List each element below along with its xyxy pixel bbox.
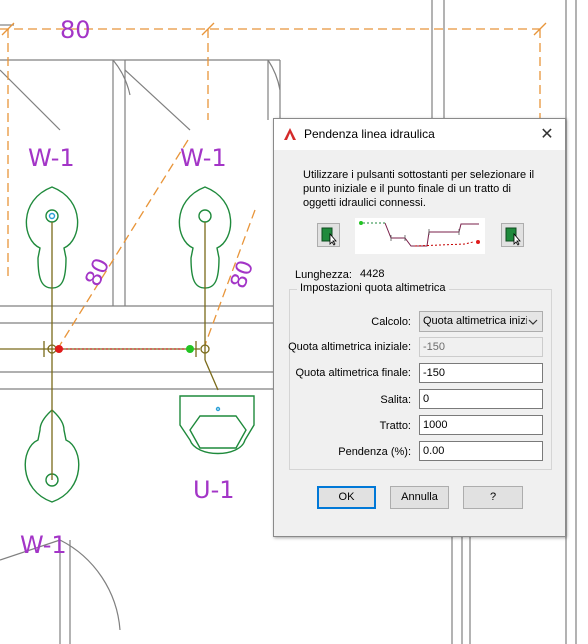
start-elevation-label: Quota altimetrica iniziale: <box>288 341 411 353</box>
length-label: Lunghezza: <box>295 269 352 281</box>
fixture-label-wc-left: W-1 <box>28 144 75 172</box>
pick-end-point-button[interactable] <box>501 223 524 247</box>
rise-field[interactable]: 0 <box>419 389 543 409</box>
run-label: Tratto: <box>379 420 411 432</box>
run-field[interactable]: 1000 <box>419 415 543 435</box>
dimension-label-diagonal-2: 80 <box>226 257 259 292</box>
start-point-marker[interactable] <box>186 345 194 353</box>
dimension-label-diagonal-1: 80 <box>81 255 115 291</box>
dimension-label-top: 80 <box>60 16 91 44</box>
instructions-text: Utilizzare i pulsanti sottostanti per se… <box>303 169 535 209</box>
fixture-label-urinal: U-1 <box>193 476 235 504</box>
fixture-label-wc-right: W-1 <box>180 144 227 172</box>
dialog-title: Pendenza linea idraulica <box>304 127 435 141</box>
fixture-urinal[interactable] <box>179 395 255 455</box>
start-elevation-field[interactable]: -150 <box>419 337 543 357</box>
calc-label: Calcolo: <box>371 316 411 328</box>
slope-label: Pendenza (%): <box>338 446 411 458</box>
pick-point-icon <box>505 227 521 246</box>
close-icon[interactable]: ✕ <box>529 119 565 150</box>
pipe-slope-dialog: Pendenza linea idraulica ✕ Utilizzare i … <box>273 118 566 537</box>
slope-field[interactable]: 0.00 <box>419 441 543 461</box>
length-value: 4428 <box>360 268 385 280</box>
autocad-app-icon <box>284 128 296 140</box>
end-elevation-field[interactable]: -150 <box>419 363 543 383</box>
fixture-label-wc-bottom: W-1 <box>20 531 67 559</box>
end-point-marker[interactable] <box>55 345 63 353</box>
calc-select[interactable]: Quota altimetrica inizi <box>419 311 543 332</box>
pick-point-icon <box>321 227 337 246</box>
chevron-down-icon <box>527 312 539 331</box>
pipe-run-preview-image <box>355 218 485 254</box>
elevation-settings-title: Impostazioni quota altimetrica <box>297 282 449 294</box>
pipes[interactable] <box>0 222 219 480</box>
help-button[interactable]: ? <box>463 486 523 509</box>
ok-button[interactable]: OK <box>317 486 376 509</box>
end-elevation-label: Quota altimetrica finale: <box>295 367 411 379</box>
cancel-button[interactable]: Annulla <box>390 486 449 509</box>
rise-label: Salita: <box>380 394 411 406</box>
dialog-titlebar[interactable]: Pendenza linea idraulica ✕ <box>274 119 565 150</box>
calc-select-value: Quota altimetrica inizi <box>423 315 529 327</box>
pick-start-point-button[interactable] <box>317 223 340 247</box>
